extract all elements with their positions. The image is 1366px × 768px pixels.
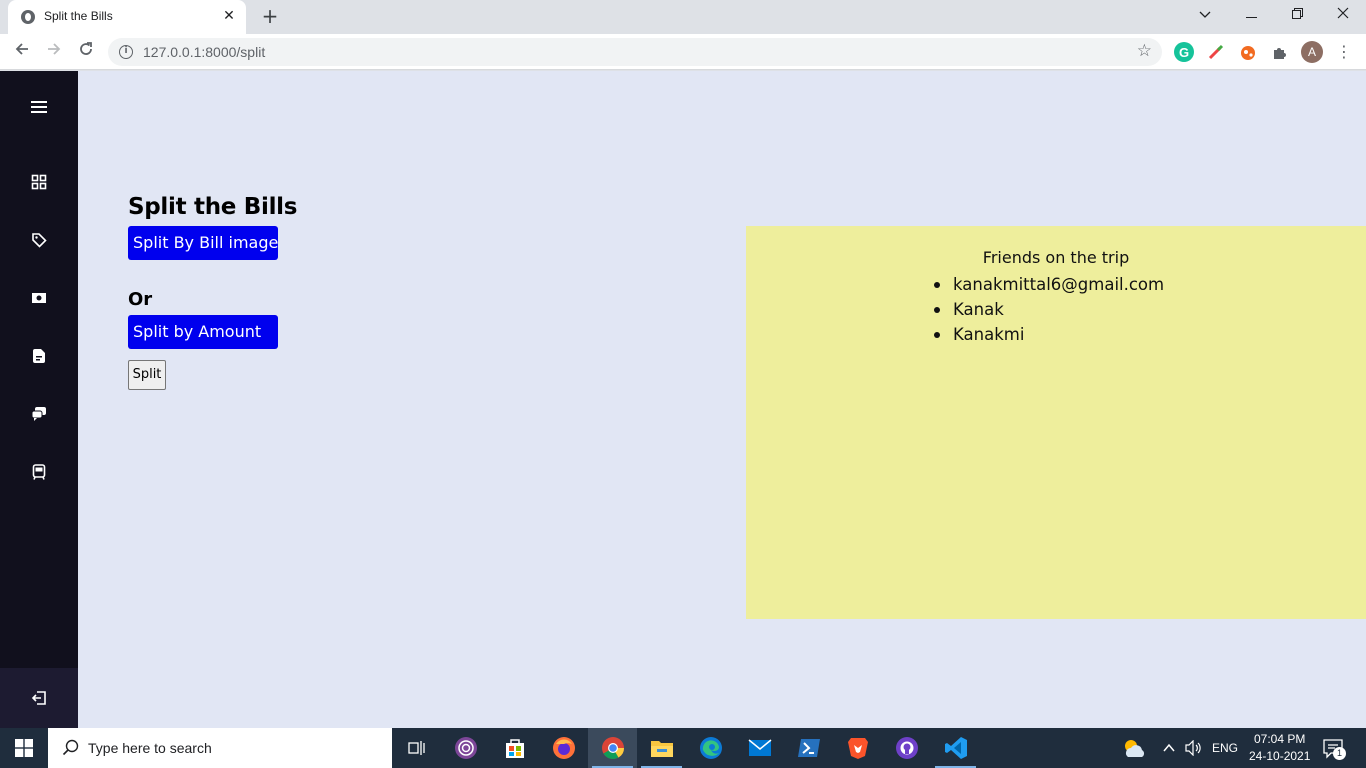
menu-icon[interactable] [29, 97, 49, 117]
volume-icon[interactable] [1185, 739, 1203, 760]
notification-count: 1 [1333, 747, 1346, 760]
browser-toolbar: i 127.0.0.1:8000/split ☆ G A ⋮ [0, 34, 1366, 70]
firefox-icon[interactable] [539, 728, 588, 768]
notification-icon[interactable]: 1 [1322, 737, 1346, 761]
profile-avatar[interactable]: A [1301, 41, 1323, 63]
dashboard-icon[interactable] [29, 172, 49, 192]
search-icon [62, 739, 79, 756]
list-item: Kanak [933, 297, 1164, 322]
site-info-icon[interactable]: i [119, 45, 133, 59]
language-indicator[interactable]: ENG [1212, 741, 1238, 755]
restore-button[interactable] [1274, 0, 1320, 30]
sidebar [0, 71, 78, 728]
split-by-bill-image-button[interactable]: Split By Bill image [128, 226, 278, 260]
clock-time[interactable]: 07:04 PM [1254, 732, 1305, 746]
show-hidden-icons-icon[interactable] [1162, 740, 1176, 759]
taskbar: Type here to search ENG 07:04 PM 24-10-2… [0, 728, 1366, 768]
friends-panel: Friends on the trip kanakmittal6@gmail.c… [746, 226, 1366, 619]
svg-text:G: G [1179, 45, 1189, 60]
bookmark-star-icon[interactable]: ☆ [1137, 41, 1152, 61]
tab-title: Split the Bills [44, 9, 113, 23]
list-item: kanakmittal6@gmail.com [933, 272, 1164, 297]
split-button[interactable]: Split [128, 360, 166, 390]
new-tab-button[interactable]: + [258, 4, 282, 28]
puzzle-extensions-icon[interactable] [1270, 42, 1290, 62]
edge-icon[interactable] [686, 728, 735, 768]
tab-close-icon[interactable]: ✕ [220, 7, 238, 25]
tab-strip: Split the Bills ✕ + [0, 0, 1366, 34]
grammarly-icon[interactable]: G [1174, 42, 1194, 62]
search-placeholder: Type here to search [88, 740, 212, 756]
start-button[interactable] [0, 728, 48, 768]
money-icon[interactable] [29, 288, 49, 308]
chrome-icon[interactable] [588, 728, 637, 768]
powershell-icon[interactable] [784, 728, 833, 768]
web-page: Split the Bills Split By Bill image Or S… [0, 71, 1366, 728]
task-view-icon[interactable] [392, 728, 441, 768]
brave-icon[interactable] [833, 728, 882, 768]
close-window-button[interactable] [1320, 0, 1366, 30]
minimize-button[interactable] [1228, 0, 1274, 30]
sidebar-footer [0, 668, 78, 728]
back-button[interactable] [8, 38, 36, 66]
mail-icon[interactable] [735, 728, 784, 768]
fire-extension-icon[interactable] [1238, 42, 1258, 62]
bill-icon[interactable] [29, 346, 49, 366]
tab-search-icon[interactable] [1182, 0, 1228, 30]
split-by-amount-button[interactable]: Split by Amount [128, 315, 278, 349]
tag-icon[interactable] [29, 230, 49, 250]
store-icon[interactable] [490, 728, 539, 768]
reload-button[interactable] [72, 38, 100, 66]
windows-logo-icon [15, 739, 33, 757]
chat-icon[interactable] [29, 404, 49, 424]
vscode-icon[interactable] [931, 728, 980, 768]
weather-icon[interactable] [1122, 737, 1146, 763]
friends-list: kanakmittal6@gmail.com Kanak Kanakmi [933, 272, 1164, 347]
browser-tab[interactable]: Split the Bills ✕ [8, 0, 246, 34]
file-explorer-icon[interactable] [637, 728, 686, 768]
clock-date[interactable]: 24-10-2021 [1249, 749, 1310, 763]
url-text[interactable]: 127.0.0.1:8000/split [143, 44, 265, 60]
friends-title: Friends on the trip [982, 248, 1130, 267]
logout-icon[interactable] [29, 688, 49, 708]
or-label: Or [128, 289, 153, 310]
forward-button[interactable] [40, 38, 68, 66]
github-desktop-icon[interactable] [882, 728, 931, 768]
browser-menu-icon[interactable]: ⋮ [1336, 41, 1352, 63]
address-bar[interactable]: i 127.0.0.1:8000/split ☆ [108, 38, 1162, 66]
taskbar-search-input[interactable]: Type here to search [48, 728, 392, 768]
color-picker-icon[interactable] [1206, 42, 1226, 62]
page-title: Split the Bills [128, 194, 298, 220]
tor-browser-icon[interactable] [441, 728, 490, 768]
globe-favicon-icon [21, 10, 35, 24]
list-item: Kanakmi [933, 322, 1164, 347]
receipt-icon[interactable] [29, 462, 49, 482]
